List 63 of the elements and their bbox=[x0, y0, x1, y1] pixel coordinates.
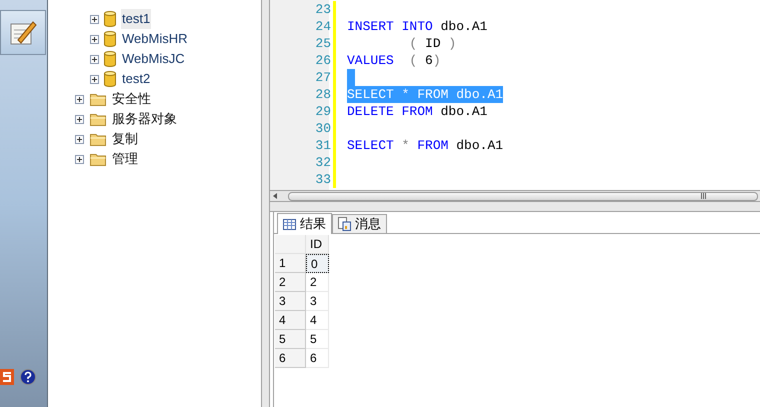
table-cell[interactable]: 5 bbox=[306, 330, 329, 349]
folder-icon bbox=[90, 92, 106, 106]
expand-icon[interactable] bbox=[75, 154, 84, 164]
column-header[interactable]: ID bbox=[306, 235, 329, 254]
table-cell[interactable]: 3 bbox=[306, 292, 329, 311]
table-cell[interactable]: 6 bbox=[306, 349, 329, 368]
line-number: 31 bbox=[314, 137, 331, 154]
line-number: 27 bbox=[314, 69, 331, 86]
toolbar-button[interactable] bbox=[0, 10, 46, 55]
folder-icon bbox=[90, 112, 106, 126]
tree-item[interactable]: test1 bbox=[121, 9, 152, 29]
expand-icon[interactable] bbox=[90, 74, 99, 84]
grid-icon bbox=[283, 218, 296, 230]
line-number: 33 bbox=[314, 171, 331, 188]
folder-icon bbox=[90, 152, 106, 166]
folder-icon bbox=[90, 132, 106, 146]
code-line: VALUES ( 6) bbox=[347, 52, 441, 69]
expand-icon[interactable] bbox=[90, 54, 99, 64]
table-cell[interactable]: 4 bbox=[306, 311, 329, 330]
line-number: 32 bbox=[314, 154, 331, 171]
expand-icon[interactable] bbox=[75, 94, 84, 104]
line-number: 26 bbox=[314, 52, 331, 69]
code-line: SELECT * FROM dbo.A1 bbox=[347, 137, 504, 154]
s-logo-icon[interactable] bbox=[0, 369, 14, 385]
database-icon bbox=[104, 11, 116, 27]
row-header[interactable]: 1 bbox=[275, 254, 306, 273]
line-number: 30 bbox=[314, 120, 331, 137]
code-line: ( ID ) bbox=[408, 35, 456, 52]
expand-icon[interactable] bbox=[75, 114, 84, 124]
document-icon bbox=[338, 217, 351, 231]
line-number: 28 bbox=[314, 86, 331, 103]
tree-item[interactable]: 管理 bbox=[111, 149, 139, 169]
database-icon bbox=[104, 31, 116, 47]
scrollbar-thumb[interactable] bbox=[288, 192, 758, 200]
line-number: 29 bbox=[314, 103, 331, 120]
row-header[interactable]: 3 bbox=[275, 292, 306, 311]
expand-icon[interactable] bbox=[75, 134, 84, 144]
table-cell[interactable]: 0 bbox=[306, 254, 329, 273]
code-line: INSERT INTO dbo.A1 bbox=[347, 18, 488, 35]
table-cell[interactable]: 2 bbox=[306, 273, 329, 292]
line-number: 23 bbox=[314, 1, 331, 18]
expand-icon[interactable] bbox=[90, 34, 99, 44]
code-line: DELETE FROM dbo.A1 bbox=[347, 103, 488, 120]
grip-icon bbox=[701, 193, 707, 199]
tree-item[interactable]: WebMisHR bbox=[121, 29, 188, 49]
tree-item[interactable]: test2 bbox=[121, 69, 152, 89]
row-header[interactable]: 6 bbox=[275, 349, 306, 368]
tree-item[interactable]: 安全性 bbox=[111, 89, 152, 109]
results-tab[interactable]: 消息 bbox=[332, 214, 387, 233]
database-icon bbox=[104, 71, 116, 87]
tree-item[interactable]: 服务器对象 bbox=[111, 109, 178, 129]
results-tab[interactable]: 结果 bbox=[277, 213, 332, 234]
row-header[interactable]: 5 bbox=[275, 330, 306, 349]
expand-icon[interactable] bbox=[90, 14, 99, 24]
line-number: 24 bbox=[314, 18, 331, 35]
database-icon bbox=[104, 51, 116, 67]
row-header[interactable]: 4 bbox=[275, 311, 306, 330]
tree-item[interactable]: WebMisJC bbox=[121, 49, 186, 69]
help-icon[interactable] bbox=[20, 369, 36, 385]
horizontal-scrollbar[interactable] bbox=[270, 190, 760, 202]
row-header[interactable]: 2 bbox=[275, 273, 306, 292]
line-number: 25 bbox=[314, 35, 331, 52]
tree-item[interactable]: 复制 bbox=[111, 129, 139, 149]
